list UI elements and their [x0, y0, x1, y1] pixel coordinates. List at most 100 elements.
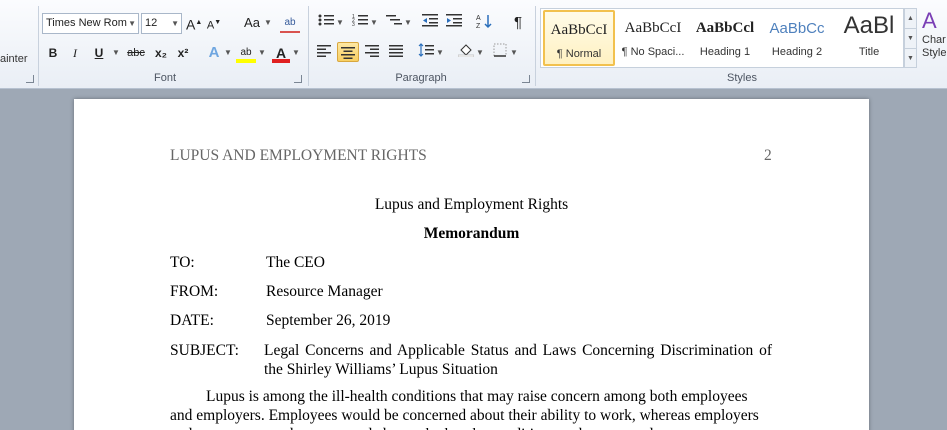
- italic-button[interactable]: I: [66, 43, 84, 63]
- chevron-down-icon[interactable]: ▼: [510, 43, 518, 63]
- align-center-button[interactable]: [337, 42, 359, 62]
- style-name: Title: [858, 46, 880, 58]
- increase-indent-button[interactable]: [444, 13, 464, 33]
- style-name: ¶ No Spaci...: [621, 46, 685, 58]
- memo-date-label: DATE:: [170, 312, 214, 329]
- chevron-down-icon[interactable]: ▼: [370, 13, 378, 33]
- increase-indent-icon: [446, 14, 462, 27]
- gallery-more-icon[interactable]: ▼: [905, 49, 916, 69]
- memo-subject-label: SUBJECT:: [170, 342, 239, 359]
- subscript-icon: x₂: [154, 46, 167, 60]
- clear-formatting-button[interactable]: ab: [280, 13, 300, 33]
- change-styles-label: Char: [922, 34, 946, 46]
- shrink-font-button[interactable]: A▼: [206, 13, 222, 33]
- bullets-icon: [318, 14, 334, 26]
- group-separator: [38, 6, 39, 86]
- paragraph-dialog-launcher-icon[interactable]: [522, 75, 530, 83]
- italic-icon: I: [73, 46, 77, 60]
- change-styles-button[interactable]: A Char Style: [922, 8, 947, 78]
- align-center-icon: [341, 47, 355, 59]
- page-number: 2: [764, 147, 772, 164]
- bold-button[interactable]: B: [44, 43, 62, 63]
- memo-from-label: FROM:: [170, 283, 219, 300]
- style-heading-1[interactable]: AaBbCcl Heading 1: [689, 10, 761, 66]
- font-name-value: Times New Rom: [46, 17, 127, 29]
- line-spacing-button[interactable]: [416, 43, 436, 63]
- chevron-down-icon[interactable]: ▼: [476, 43, 484, 63]
- change-case-icon: Aa: [244, 15, 260, 30]
- paint-bucket-icon: [457, 44, 475, 58]
- chevron-down-icon[interactable]: ▼: [258, 43, 266, 63]
- style-no-spacing[interactable]: AaBbCcI ¶ No Spaci...: [617, 10, 689, 66]
- decrease-indent-button[interactable]: [420, 13, 440, 33]
- font-group-label: Font: [153, 72, 176, 84]
- scroll-down-icon[interactable]: ▼: [905, 29, 916, 49]
- sort-icon: AZ: [476, 15, 492, 30]
- styles-gallery-scroll: ▲ ▼ ▼: [904, 8, 917, 68]
- numbering-button[interactable]: 123: [350, 13, 370, 33]
- body-paragraph: Lupus is among the ill-health conditions…: [170, 388, 759, 430]
- clear-formatting-icon: ab: [284, 17, 296, 28]
- chevron-down-icon: ▼: [128, 19, 136, 28]
- chevron-down-icon[interactable]: ▼: [112, 43, 120, 63]
- highlight-icon: ab: [240, 47, 252, 58]
- font-color-button[interactable]: A: [272, 43, 290, 63]
- sort-button[interactable]: AZ: [474, 13, 494, 33]
- memo-from-value: Resource Manager: [266, 283, 383, 300]
- grow-font-icon: A: [186, 16, 196, 33]
- align-left-icon: [317, 45, 331, 57]
- style-title[interactable]: AaBl Title: [833, 10, 905, 66]
- font-name-combo[interactable]: Times New Rom ▼: [42, 13, 139, 34]
- chevron-down-icon[interactable]: ▼: [292, 43, 300, 63]
- group-separator: [308, 6, 309, 86]
- font-color-icon: A: [275, 45, 287, 61]
- ribbon: ainter Times New Rom ▼ 12 ▼ A▲ A▼ Aa ▼ a…: [0, 0, 947, 89]
- text-effects-icon: A: [208, 44, 220, 61]
- strikethrough-icon: abc: [127, 47, 145, 59]
- style-sample: AaBbCcI: [624, 20, 682, 36]
- svg-text:A: A: [476, 15, 481, 22]
- svg-text:Z: Z: [476, 23, 481, 29]
- strikethrough-button[interactable]: abc: [124, 43, 148, 63]
- align-right-button[interactable]: [362, 43, 382, 63]
- chevron-down-icon[interactable]: ▼: [224, 43, 232, 63]
- pilcrow-icon: ¶: [513, 14, 523, 31]
- line-spacing-icon: [418, 43, 434, 57]
- document-title: Lupus and Employment Rights: [374, 196, 569, 213]
- shading-button[interactable]: [456, 43, 476, 63]
- style-name: Heading 2: [771, 46, 823, 58]
- style-name: Heading 1: [699, 46, 751, 58]
- chevron-down-icon[interactable]: ▼: [436, 43, 444, 63]
- style-heading-2[interactable]: AaBbCc Heading 2: [761, 10, 833, 66]
- text-effects-button[interactable]: A: [206, 43, 222, 63]
- bold-icon: B: [48, 46, 58, 60]
- show-hide-button[interactable]: ¶: [508, 13, 528, 33]
- style-normal[interactable]: AaBbCcI ¶ Normal: [543, 10, 615, 66]
- chevron-down-icon[interactable]: ▼: [336, 13, 344, 33]
- chevron-down-icon[interactable]: ▼: [264, 13, 272, 33]
- font-dialog-launcher-icon[interactable]: [294, 75, 302, 83]
- grow-font-button[interactable]: A▲: [186, 13, 202, 33]
- memo-to-value: The CEO: [266, 254, 325, 271]
- align-left-button[interactable]: [314, 43, 334, 63]
- borders-button[interactable]: [490, 43, 510, 63]
- multilevel-list-button[interactable]: [384, 13, 404, 33]
- svg-text:3: 3: [352, 22, 355, 27]
- change-case-button[interactable]: Aa: [240, 13, 264, 33]
- justify-button[interactable]: [386, 43, 406, 63]
- chevron-down-icon[interactable]: ▼: [404, 13, 412, 33]
- underline-button[interactable]: U: [90, 43, 108, 63]
- scroll-up-icon[interactable]: ▲: [905, 9, 916, 29]
- style-sample: AaBbCcI: [550, 22, 608, 38]
- running-head: LUPUS AND EMPLOYMENT RIGHTS: [170, 147, 427, 164]
- document-page[interactable]: LUPUS AND EMPLOYMENT RIGHTS 2 Lupus and …: [74, 99, 869, 430]
- font-size-combo[interactable]: 12 ▼: [141, 13, 182, 34]
- format-painter-button[interactable]: ainter: [0, 53, 28, 65]
- style-sample: AaBl: [843, 12, 895, 39]
- bullets-button[interactable]: [316, 13, 336, 33]
- highlight-button[interactable]: ab: [236, 43, 256, 63]
- subscript-button[interactable]: x₂: [152, 43, 170, 63]
- superscript-button[interactable]: x²: [174, 43, 192, 63]
- decrease-indent-icon: [422, 14, 438, 27]
- clipboard-dialog-launcher-icon[interactable]: [26, 75, 34, 83]
